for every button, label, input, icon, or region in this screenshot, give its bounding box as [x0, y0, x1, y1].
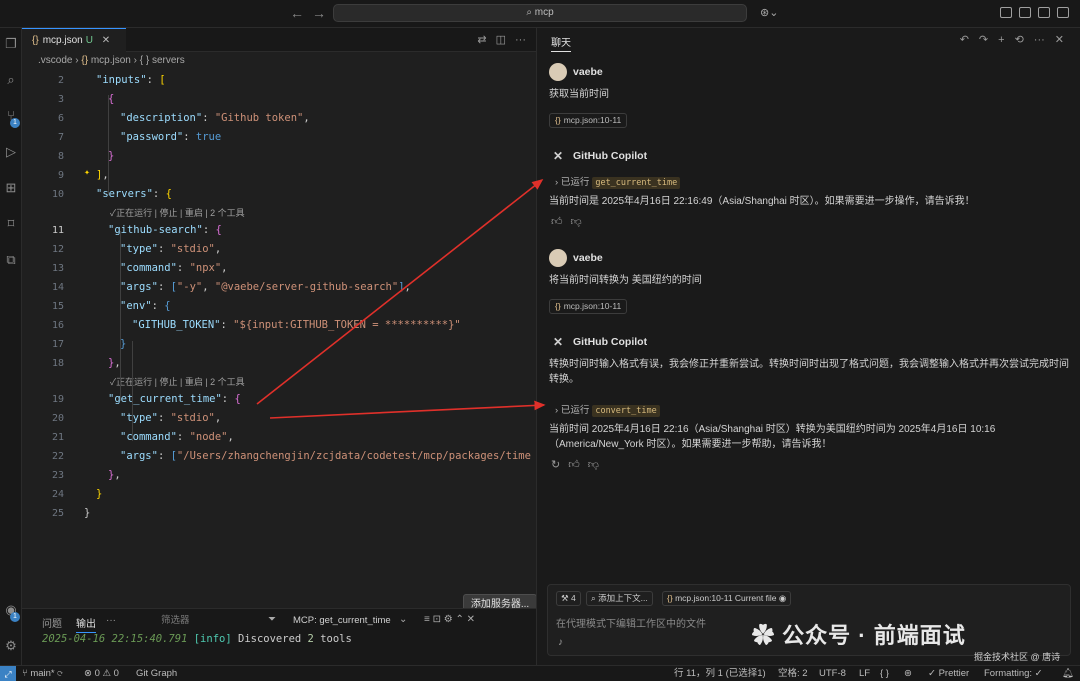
language-mode-icon[interactable]: { } — [880, 666, 889, 681]
annotation-arrow-1 — [256, 179, 544, 405]
notifications-icon[interactable]: 🔔︎ — [1062, 666, 1074, 681]
watermark: ✿ 公众号 · 前端面试 掘金技术社区 @ 唐诗 — [752, 616, 1060, 662]
git-graph-status[interactable]: Git Graph — [136, 666, 177, 681]
status-bar: ⤢ ⑂ main* ⟳ ⊗ 0 ⚠ 0 Git Graph 行 11，列 1 (… — [0, 665, 1080, 681]
annotation-arrow-2 — [269, 400, 546, 419]
problems-status[interactable]: ⊗ 0 ⚠ 0 — [84, 666, 119, 681]
branch-name: main* — [30, 668, 55, 679]
annotation-arrows — [256, 179, 546, 419]
prettier-status[interactable]: ✓ Prettier — [928, 666, 969, 681]
wechat-icon: ✿ — [752, 623, 776, 648]
formatting-status[interactable]: Formatting: ✓ — [984, 666, 1043, 681]
encoding[interactable]: UTF-8 — [819, 666, 846, 681]
remote-icon[interactable]: ⤢ — [0, 666, 16, 681]
watermark-main-text: 公众号 · 前端面试 — [782, 623, 966, 648]
eol[interactable]: LF — [859, 666, 870, 681]
watermark-main: ✿ 公众号 · 前端面试 — [752, 618, 966, 650]
watermark-sub: 掘金技术社区 @ 唐诗 — [974, 652, 1061, 662]
indentation[interactable]: 空格: 2 — [778, 666, 808, 681]
copilot-status-icon[interactable]: ⊛ — [904, 666, 912, 681]
cursor-position[interactable]: 行 11，列 1 (已选择1) — [674, 666, 766, 681]
branch-status[interactable]: ⑂ main* ⟳ — [22, 666, 63, 681]
